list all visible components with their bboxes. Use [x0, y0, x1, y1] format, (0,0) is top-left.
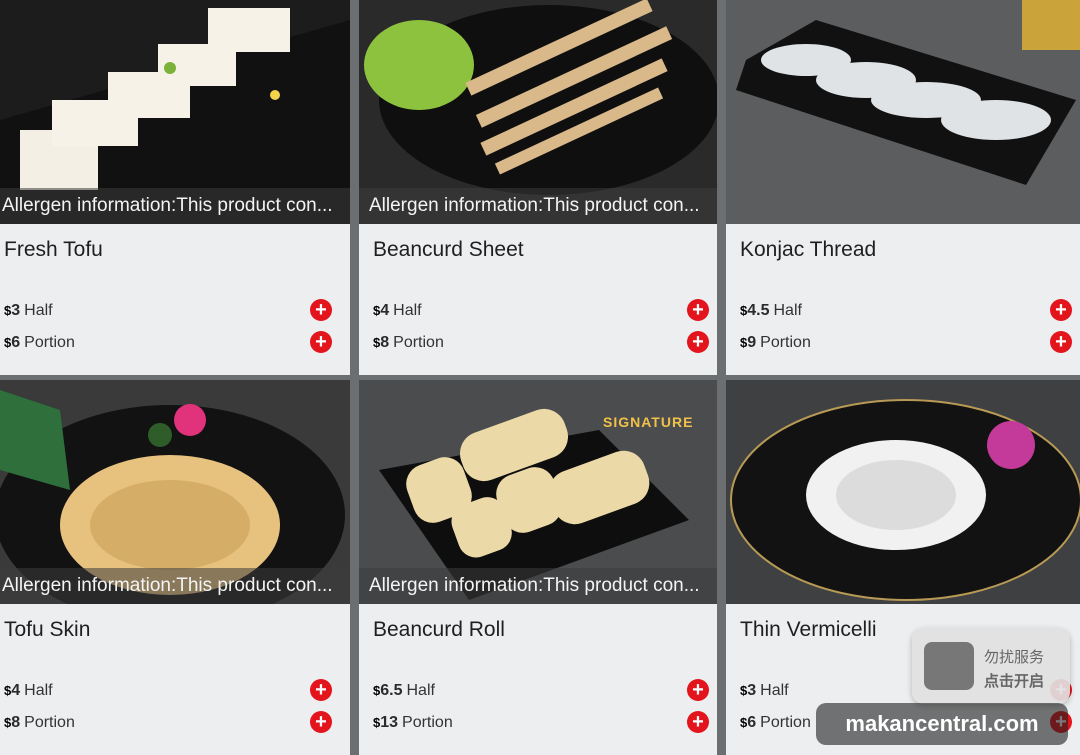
menu-item-card[interactable]: SIGNATURE Allergen information:This prod…	[359, 380, 717, 755]
price-option-portion: $13 Portion +	[373, 711, 717, 738]
do-not-disturb-widget[interactable]: 勿扰服务 点击开启	[912, 628, 1070, 704]
konjac-thread-image	[726, 0, 1080, 224]
price-option-portion: $9 Portion +	[740, 331, 1080, 358]
plus-icon[interactable]: +	[310, 679, 332, 701]
price-option-half: $4 Half +	[373, 299, 717, 326]
allergen-info[interactable]: Allergen information:This product con...	[359, 188, 717, 224]
plus-icon[interactable]: +	[687, 679, 709, 701]
allergen-info[interactable]: Allergen information:This product con...	[0, 568, 350, 604]
food-photo	[726, 0, 1080, 224]
food-photo: Allergen information:This product con...	[0, 380, 350, 604]
plus-icon[interactable]: +	[687, 711, 709, 733]
item-name: Konjac Thread	[740, 238, 877, 261]
food-photo: Allergen information:This product con...	[359, 0, 717, 224]
price-option-half: $4.5 Half +	[740, 299, 1080, 326]
plus-icon[interactable]: +	[1050, 331, 1072, 353]
widget-line2: 点击开启	[984, 673, 1045, 690]
menu-item-card[interactable]: Allergen information:This product con...…	[0, 380, 350, 755]
plus-icon[interactable]: +	[310, 331, 332, 353]
menu-item-card[interactable]: Allergen information:This product con...…	[0, 0, 350, 375]
menu-item-card[interactable]: Konjac Thread $4.5 Half + $9 Portion +	[726, 0, 1080, 375]
price-option-half: $4 Half +	[4, 679, 346, 706]
price-option-portion: $8 Portion +	[4, 711, 346, 738]
item-name: Tofu Skin	[4, 618, 91, 641]
plus-icon[interactable]: +	[310, 711, 332, 733]
allergen-info[interactable]: Allergen information:This product con...	[0, 188, 350, 224]
allergen-info[interactable]: Allergen information:This product con...	[359, 568, 717, 604]
thin-vermicelli-image	[726, 380, 1080, 604]
menu-item-card[interactable]: Allergen information:This product con...…	[359, 0, 717, 375]
food-photo	[726, 380, 1080, 604]
food-photo: Allergen information:This product con...	[0, 0, 350, 224]
price-option-half: $3Half +	[4, 299, 346, 326]
widget-line1: 勿扰服务	[984, 649, 1045, 666]
item-name: Thin Vermicelli	[740, 618, 877, 641]
price-option-portion: $6Portion +	[4, 331, 346, 358]
plus-icon[interactable]: +	[1050, 299, 1072, 321]
plus-icon[interactable]: +	[687, 331, 709, 353]
item-name: Beancurd Sheet	[373, 238, 524, 261]
item-name: Beancurd Roll	[373, 618, 505, 641]
plus-icon[interactable]: +	[310, 299, 332, 321]
watermark: makancentral.com	[816, 703, 1068, 745]
price-option-half: $6.5 Half +	[373, 679, 717, 706]
service-icon	[924, 642, 974, 690]
plus-icon[interactable]: +	[687, 299, 709, 321]
price-option-portion: $8 Portion +	[373, 331, 717, 358]
signature-badge: SIGNATURE	[603, 414, 694, 430]
item-name: Fresh Tofu	[4, 238, 103, 261]
food-photo: SIGNATURE Allergen information:This prod…	[359, 380, 717, 604]
